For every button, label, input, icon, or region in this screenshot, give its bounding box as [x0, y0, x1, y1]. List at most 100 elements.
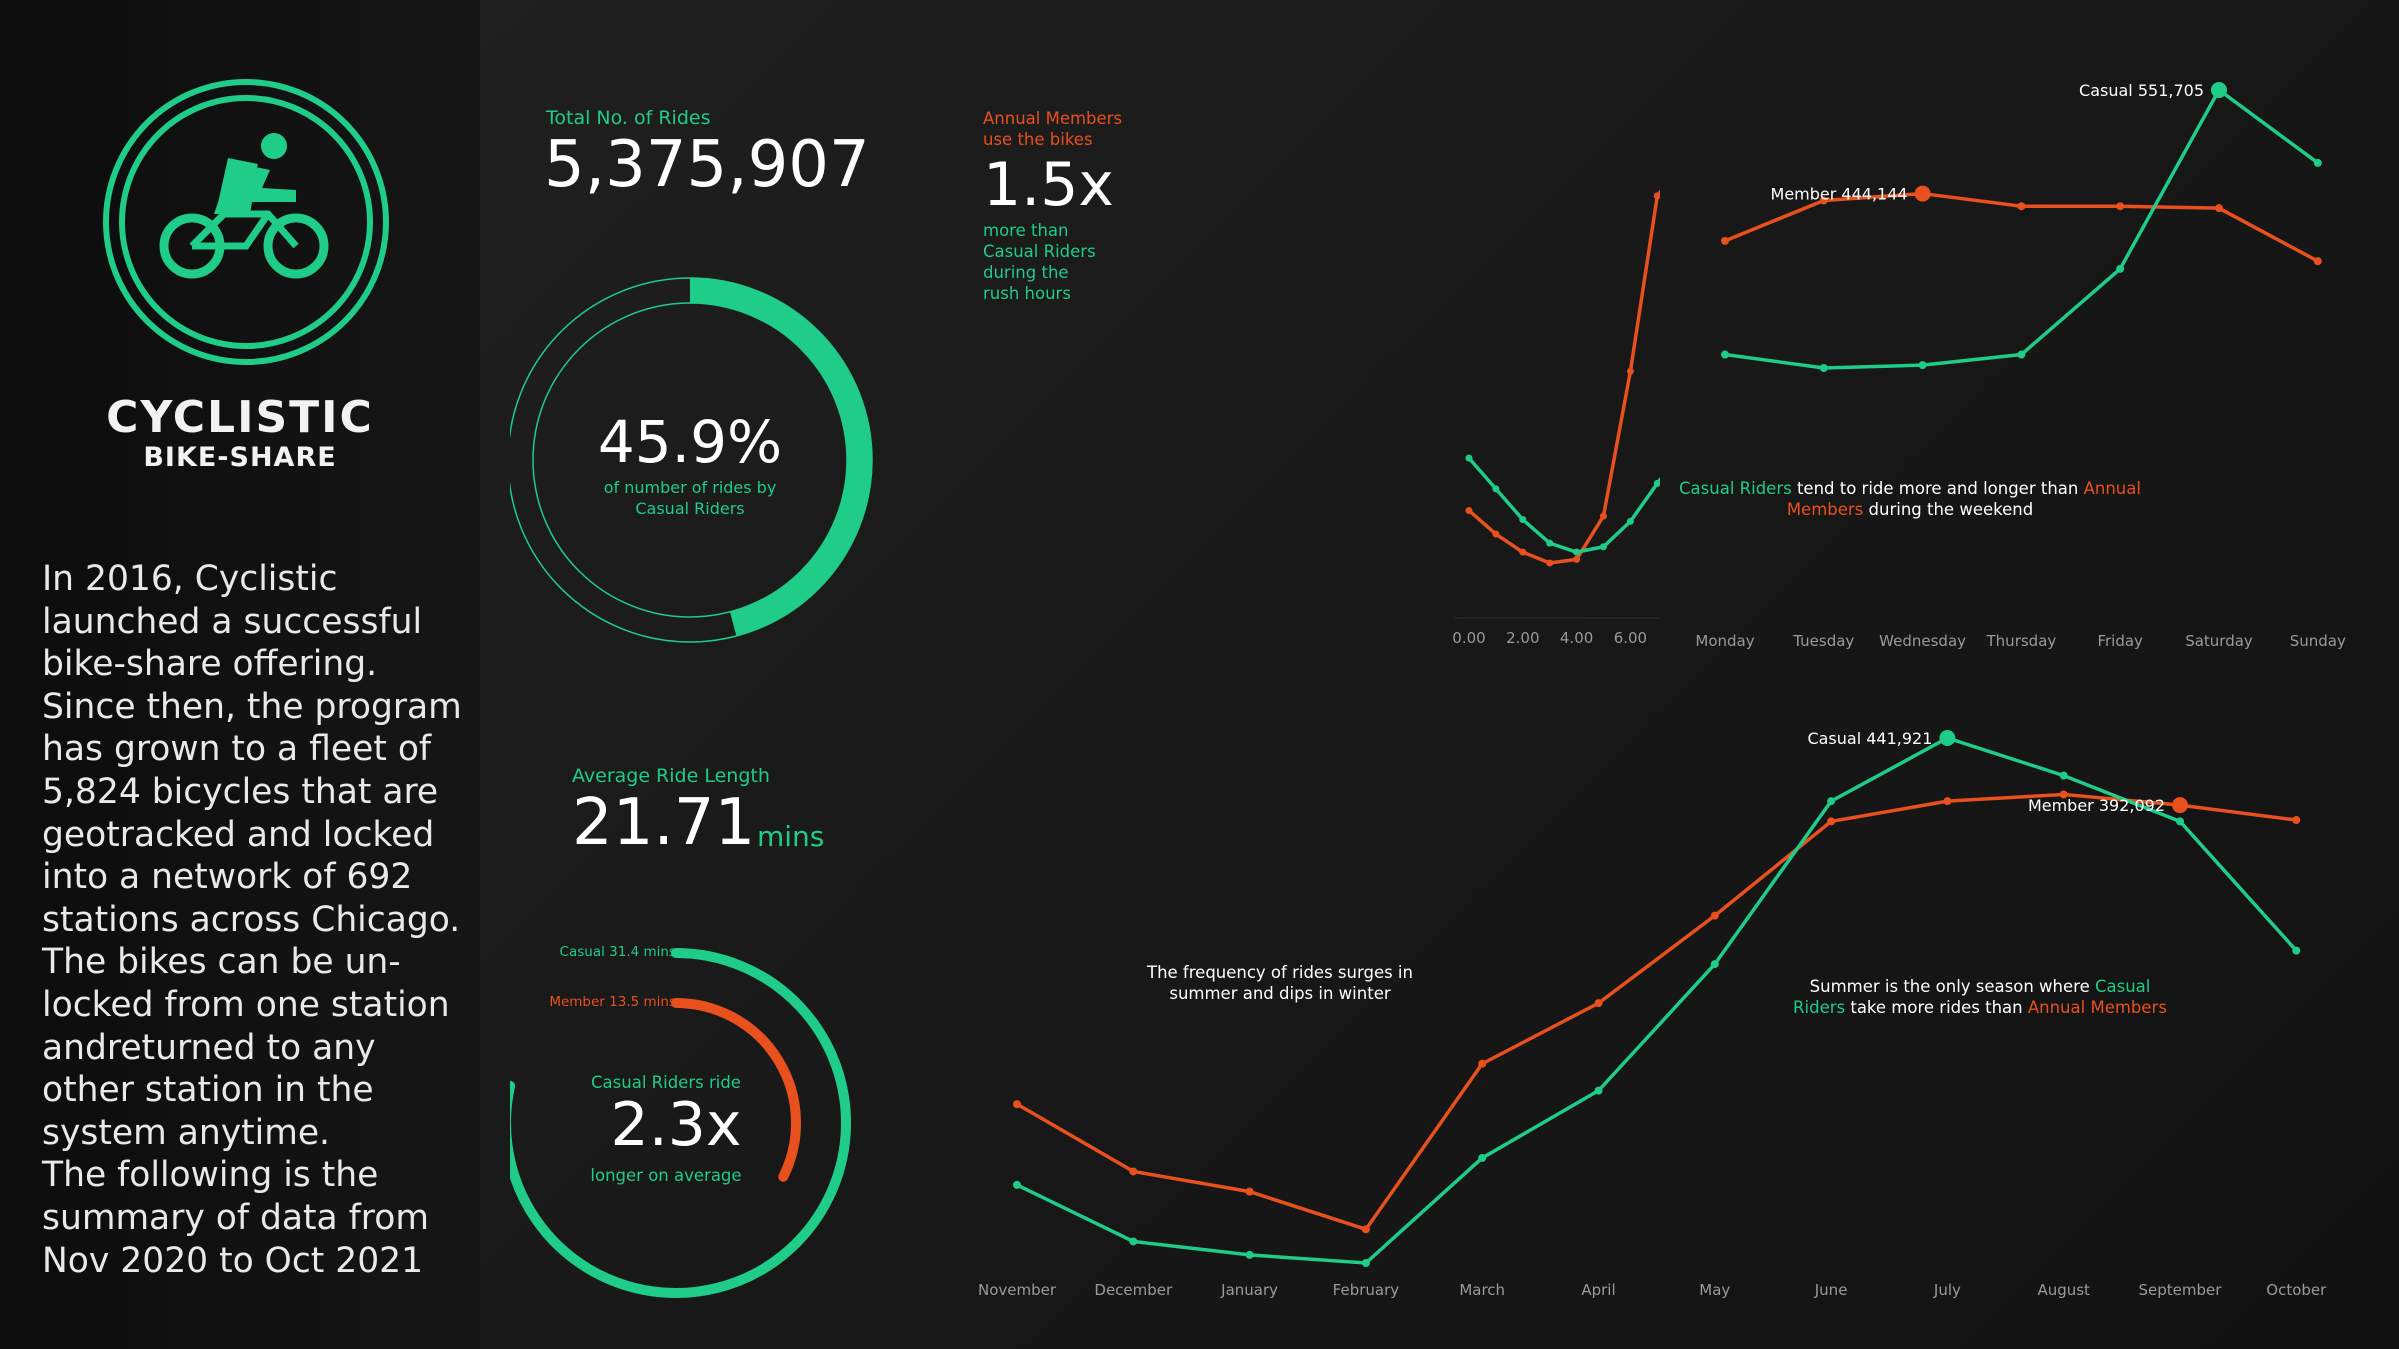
- member-point: [1129, 1167, 1138, 1176]
- month-tick-label: November: [978, 1281, 1057, 1299]
- member-peak-label: Member 392,092: [2028, 796, 2165, 815]
- month-tick-label: March: [1459, 1281, 1505, 1299]
- total-rides-value: 5,375,907: [544, 128, 870, 202]
- ride-length-arcs: Casual 31.4 mins Member 13.5 mins Casual…: [510, 944, 851, 1298]
- member-series-line: [1467, 189, 1660, 565]
- casual-point: [1013, 1180, 1021, 1189]
- casual-point: [1492, 485, 1500, 493]
- casual-point: [1710, 960, 1719, 969]
- intro-text: In 2016, Cyclistic launched a successful…: [42, 559, 462, 1281]
- casual-point: [2176, 817, 2184, 826]
- weekday-tick-label: Saturday: [2185, 632, 2253, 650]
- ride-ratio: 2.3x: [611, 1090, 742, 1160]
- member-point: [1519, 548, 1527, 556]
- casual-point: [1721, 350, 1729, 359]
- x-tick-label: 0.00: [1452, 629, 1485, 647]
- member-point: [2116, 202, 2125, 211]
- member-point: [1721, 236, 1729, 245]
- weekday-tick-label: Tuesday: [1792, 632, 1854, 650]
- brand-name: CYCLISTIC: [106, 392, 374, 443]
- casual-peak-label: Casual 441,921: [1807, 729, 1932, 748]
- share-value: 45.9%: [598, 408, 782, 476]
- member-series-line: [1016, 792, 2297, 1232]
- member-point: [1594, 999, 1603, 1008]
- month-tick-label: August: [2037, 1281, 2090, 1299]
- casual-point: [1361, 1259, 1370, 1267]
- member-point: [1626, 367, 1634, 375]
- weekday-tick-label: Thursday: [1986, 632, 2057, 650]
- month-tick-label: July: [1933, 1281, 1961, 1299]
- casual-point: [1573, 548, 1581, 556]
- weekday-tick-label: Monday: [1695, 632, 1754, 650]
- brand-subtitle: BIKE-SHARE: [143, 442, 337, 473]
- casual-point: [1546, 539, 1554, 547]
- casual-point: [1594, 1086, 1603, 1095]
- casual-point: [1918, 361, 1927, 370]
- member-point: [2017, 202, 2026, 211]
- casual-point: [2059, 771, 2068, 780]
- casual-point: [1819, 364, 1828, 372]
- member-point: [1492, 530, 1500, 538]
- casual-point: [1478, 1153, 1487, 1162]
- member-peak-label: Member 444,144: [1771, 185, 1908, 204]
- month-tick-label: February: [1333, 1281, 1400, 1299]
- hourly-rides-chart: 0.002.004.006.008.0010.0012.0014.0016.00…: [1452, 189, 1660, 647]
- casual-point: [2292, 946, 2301, 955]
- casual-point: [1519, 516, 1527, 524]
- weekday-rides-chart: Monday Tuesday Wednesday Thursday Friday Satu…: [1695, 81, 2346, 650]
- total-rides-label: Total No. of Rides: [546, 107, 711, 129]
- logo-outer-ring: [103, 79, 389, 365]
- month-tick-label: January: [1220, 1281, 1278, 1299]
- share-caption-2: Casual Riders: [635, 499, 744, 518]
- member-peak-marker: [1914, 185, 1931, 202]
- avg-ride-unit: mins: [757, 820, 825, 853]
- member-point: [1943, 797, 1952, 806]
- casual-point: [1245, 1250, 1254, 1259]
- member-point: [1827, 817, 1836, 826]
- member-point: [1600, 512, 1607, 520]
- month-tick-label: April: [1581, 1281, 1615, 1299]
- monthly-rides-chart: November December January February March Apri…: [978, 729, 2327, 1299]
- member-point: [1710, 911, 1719, 920]
- casual-peak-marker: [2211, 82, 2227, 98]
- weekday-tick-label: Friday: [2097, 632, 2143, 650]
- member-point: [1361, 1225, 1370, 1234]
- sidebar: CYCLISTIC BIKE-SHARE In 2016, Cyclistic …: [0, 0, 480, 1349]
- share-caption-1: of number of rides by: [604, 478, 777, 497]
- casual-share-donut: 45.9% of number of rides by Casual Rider…: [510, 277, 873, 643]
- logo-inner-ring: [119, 95, 373, 349]
- casual-point: [1129, 1237, 1138, 1246]
- casual-peak-marker: [1939, 730, 1956, 746]
- month-tick-label: October: [2266, 1281, 2327, 1299]
- rider-head: [261, 133, 287, 159]
- member-point: [1013, 1100, 1021, 1109]
- month-tick-label: June: [1814, 1281, 1848, 1299]
- member-point: [1573, 555, 1581, 563]
- member-point: [1245, 1187, 1254, 1196]
- casual-peak-label: Casual 551,705: [2079, 81, 2204, 100]
- x-tick-label: 2.00: [1506, 629, 1539, 647]
- member-point: [2313, 257, 2322, 266]
- casual-point: [2017, 350, 2026, 359]
- casual-length-label: Casual 31.4 mins: [560, 944, 676, 960]
- casual-point: [2116, 264, 2125, 273]
- avg-ride-label: Average Ride Length: [572, 765, 770, 787]
- member-point: [1478, 1059, 1487, 1068]
- casual-point: [1626, 517, 1634, 525]
- x-tick-label: 4.00: [1560, 629, 1593, 647]
- casual-point: [1600, 543, 1607, 551]
- weekday-tick-label: Sunday: [2290, 632, 2346, 650]
- avg-ride-value: 21.71: [572, 786, 756, 860]
- month-tick-label: May: [1699, 1281, 1730, 1299]
- member-length-label: Member 13.5 mins: [549, 994, 676, 1010]
- member-peak-marker: [2172, 797, 2188, 814]
- member-point: [1465, 507, 1473, 515]
- member-point: [1546, 559, 1554, 567]
- casual-point: [1827, 797, 1836, 806]
- member-point: [2215, 204, 2223, 213]
- casual-point: [2313, 158, 2322, 167]
- casual-point: [1465, 454, 1473, 462]
- month-tick-label: September: [2139, 1281, 2223, 1299]
- ride-ratio-post: longer on average: [590, 1166, 741, 1185]
- bicycle-rider-icon: [103, 79, 389, 365]
